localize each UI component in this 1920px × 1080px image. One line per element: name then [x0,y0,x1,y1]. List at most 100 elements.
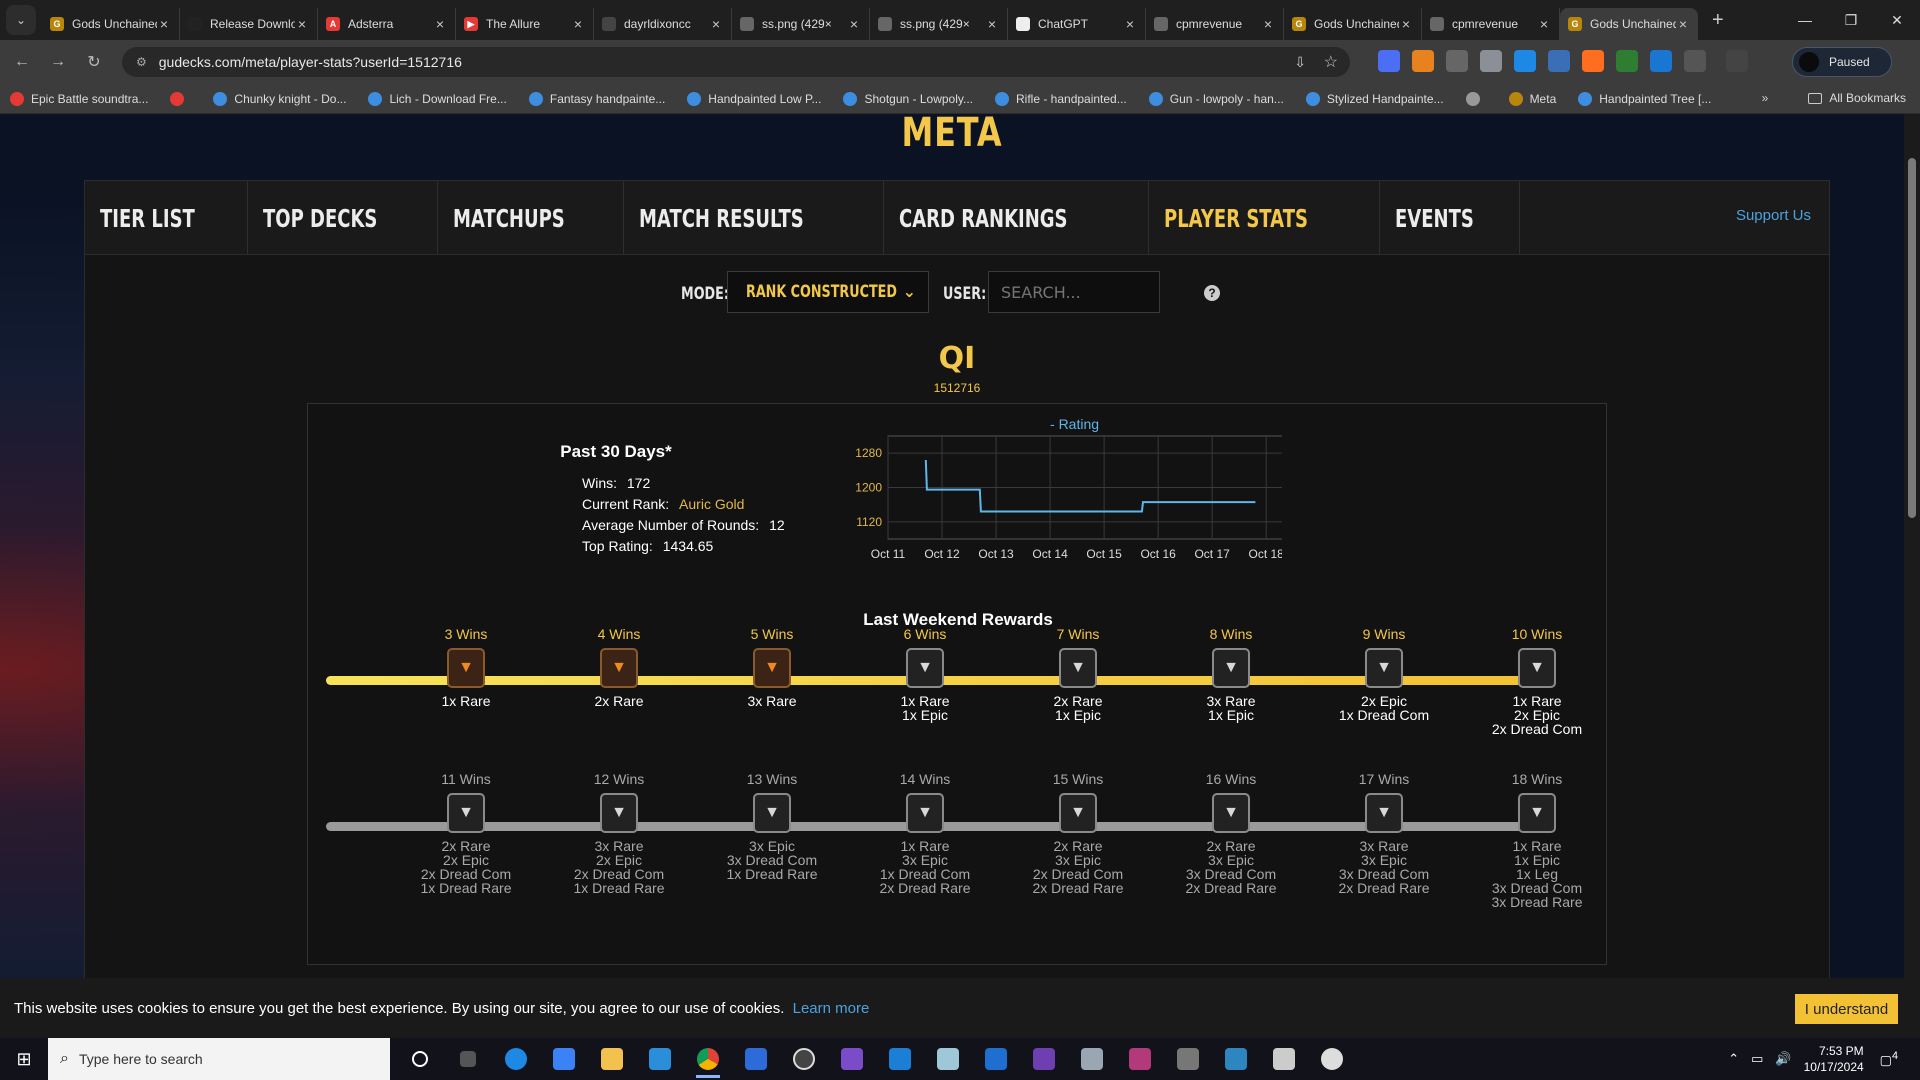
reward-tier[interactable]: 16 Wins ▼ 2x Rare 3x Epic 3x Dread Com 2x Dre… [1161,771,1301,895]
tab-close-icon[interactable]: × [709,16,723,32]
media-player-icon[interactable] [972,1038,1020,1080]
reward-tier[interactable]: 5 Wins ▼ 3x Rare [702,626,842,708]
mail-icon[interactable] [636,1038,684,1080]
volume-icon[interactable]: 🔊 [1775,1051,1791,1067]
nav-item-events[interactable]: EVENTS [1380,181,1521,255]
bookmark-item[interactable]: Handpainted Low P... [687,91,821,106]
tab-close-icon[interactable]: × [433,16,447,32]
unity-icon[interactable] [1260,1038,1308,1080]
reward-tier[interactable]: 15 Wins ▼ 2x Rare 3x Epic 2x Dread Com 2x Dre… [1008,771,1148,895]
nav-item-matchups[interactable]: MATCHUPS [438,181,624,255]
tab-close-icon[interactable]: × [1261,16,1275,32]
bookmark-item[interactable]: Lich - Download Fre... [368,91,507,106]
page-scrollbar[interactable] [1904,114,1920,1038]
powerapps-icon[interactable] [876,1038,924,1080]
clock[interactable]: 7:53 PM 10/17/2024 [1804,1043,1864,1075]
support-us-link[interactable]: Support Us [1736,207,1811,224]
reward-tier[interactable]: 10 Wins ▼ 1x Rare 2x Epic 2x Dread Com [1467,626,1607,736]
tab-close-icon[interactable]: × [1399,16,1413,32]
chevron-up-icon[interactable]: ⌃ [1728,1051,1739,1067]
bookmark-item[interactable]: Meta [1508,91,1556,106]
tab-close-icon[interactable]: × [295,16,309,32]
bookmark-item[interactable]: Handpainted Tree [... [1578,91,1711,106]
tab-close-icon[interactable]: × [847,16,861,32]
whiteboard-icon[interactable] [924,1038,972,1080]
browser-tab[interactable]: A Adsterra × [318,8,456,40]
chart-legend[interactable]: - Rating [1050,416,1099,432]
browser-tab[interactable]: G Gods Unchained × [1284,8,1422,40]
openai-icon[interactable] [1308,1038,1356,1080]
reward-tier[interactable]: 3 Wins ▼ 1x Rare [396,626,536,708]
orange-extension-icon[interactable] [1582,50,1604,72]
reward-tier[interactable]: 7 Wins ▼ 2x Rare 1x Epic [1008,626,1148,722]
user-search-input[interactable] [988,271,1160,313]
tab-close-icon[interactable]: × [157,16,171,32]
vs-purple-icon[interactable] [1020,1038,1068,1080]
scrollbar-thumb[interactable] [1908,158,1916,518]
new-tab-button[interactable]: + [1712,9,1724,32]
bookmark-item[interactable]: Gun - lowpoly - han... [1148,91,1284,106]
blue-extension-icon[interactable] [1514,50,1536,72]
nav-item-match-results[interactable]: MATCH RESULTS [624,181,884,255]
browser-tab[interactable]: dayrldixoncc × [594,8,732,40]
install-app-icon[interactable]: ⇩ [1294,54,1306,71]
reward-tier[interactable]: 18 Wins ▼ 1x Rare 1x Epic 1x Leg 3x Dread Com… [1467,771,1607,909]
launcher-icon[interactable] [732,1038,780,1080]
back-icon[interactable]: ← [8,48,36,76]
reward-tier[interactable]: 14 Wins ▼ 1x Rare 3x Epic 1x Dread Com 2x Dre… [855,771,995,895]
taskbar-search[interactable]: ⌕ Type here to search [48,1038,390,1080]
help-icon[interactable]: ? [1204,285,1220,301]
reward-tier[interactable]: 11 Wins ▼ 2x Rare 2x Epic 2x Dread Com 1x Dre… [396,771,536,895]
bookmark-item[interactable]: Rifle - handpainted... [995,91,1127,106]
browser-tab[interactable]: Release Download× [180,8,318,40]
metamask-extension-icon[interactable] [1412,50,1434,72]
file-explorer-icon[interactable] [588,1038,636,1080]
nav-item-tier-list[interactable]: TIER LIST [85,181,248,255]
reward-tier[interactable]: 13 Wins ▼ 3x Epic 3x Dread Com 1x Dread Rare [702,771,842,881]
wordpress-icon[interactable] [780,1038,828,1080]
reload-icon[interactable]: ↻ [80,48,108,76]
chrome-icon[interactable] [684,1038,732,1080]
browser-tab[interactable]: G Gods Unchained × [1560,8,1698,40]
forward-icon[interactable]: → [44,48,72,76]
browser-tab[interactable]: cpmrevenue × [1146,8,1284,40]
browser-tab[interactable]: ss.png (429× × [732,8,870,40]
bookmark-item[interactable]: Chunky knight - Do... [213,91,346,106]
visual-studio-icon[interactable] [828,1038,876,1080]
browser-tab[interactable]: ▶ The Allure × [456,8,594,40]
screen-extension-icon[interactable] [1548,50,1570,72]
reward-tier[interactable]: 12 Wins ▼ 3x Rare 2x Epic 2x Dread Com 1x Dre… [549,771,689,895]
browser-tab[interactable]: cpmrevenue × [1422,8,1560,40]
tab-close-icon[interactable]: × [571,16,585,32]
reward-tier[interactable]: 4 Wins ▼ 2x Rare [549,626,689,708]
edge-icon[interactable] [492,1038,540,1080]
mode-select[interactable]: RANK CONSTRUCTED ⌄ [727,271,929,313]
media-control-icon[interactable] [1726,50,1748,72]
window-extension-icon[interactable] [1650,50,1672,72]
url-input[interactable]: ⚙ gudecks.com/meta/player-stats?userId=1… [122,47,1350,77]
browser-tab[interactable]: ChatGPT × [1008,8,1146,40]
tab-search-button[interactable]: ⌄ [6,5,36,35]
network-icon[interactable]: ▭ [1751,1051,1763,1067]
site-info-icon[interactable]: ⚙ [136,55,147,69]
browser-tab[interactable]: ss.png (429× × [870,8,1008,40]
reward-tier[interactable]: 8 Wins ▼ 3x Rare 1x Epic [1161,626,1301,722]
bookmark-item[interactable] [1465,91,1487,106]
reward-tier[interactable]: 6 Wins ▼ 1x Rare 1x Epic [855,626,995,722]
cloud-app-icon[interactable] [1068,1038,1116,1080]
translate-extension-icon[interactable] [1378,50,1400,72]
nav-item-card-rankings[interactable]: CARD RANKINGS [884,181,1149,255]
restore-button[interactable]: ❐ [1828,0,1874,40]
bookmark-item[interactable] [170,91,191,106]
shield-extension-icon[interactable] [1480,50,1502,72]
cortana-icon[interactable] [396,1038,444,1080]
tab-close-icon[interactable]: × [985,16,999,32]
bookmark-star-icon[interactable]: ☆ [1324,52,1338,72]
task-view-icon[interactable] [444,1038,492,1080]
nav-item-player-stats[interactable]: PLAYER STATS [1149,181,1380,255]
capture-extension-icon[interactable] [1616,50,1638,72]
reward-tier[interactable]: 9 Wins ▼ 2x Epic 1x Dread Com [1314,626,1454,722]
more-bookmarks-icon[interactable]: » [1762,91,1769,105]
store-icon[interactable] [540,1038,588,1080]
winrar-icon[interactable] [1116,1038,1164,1080]
